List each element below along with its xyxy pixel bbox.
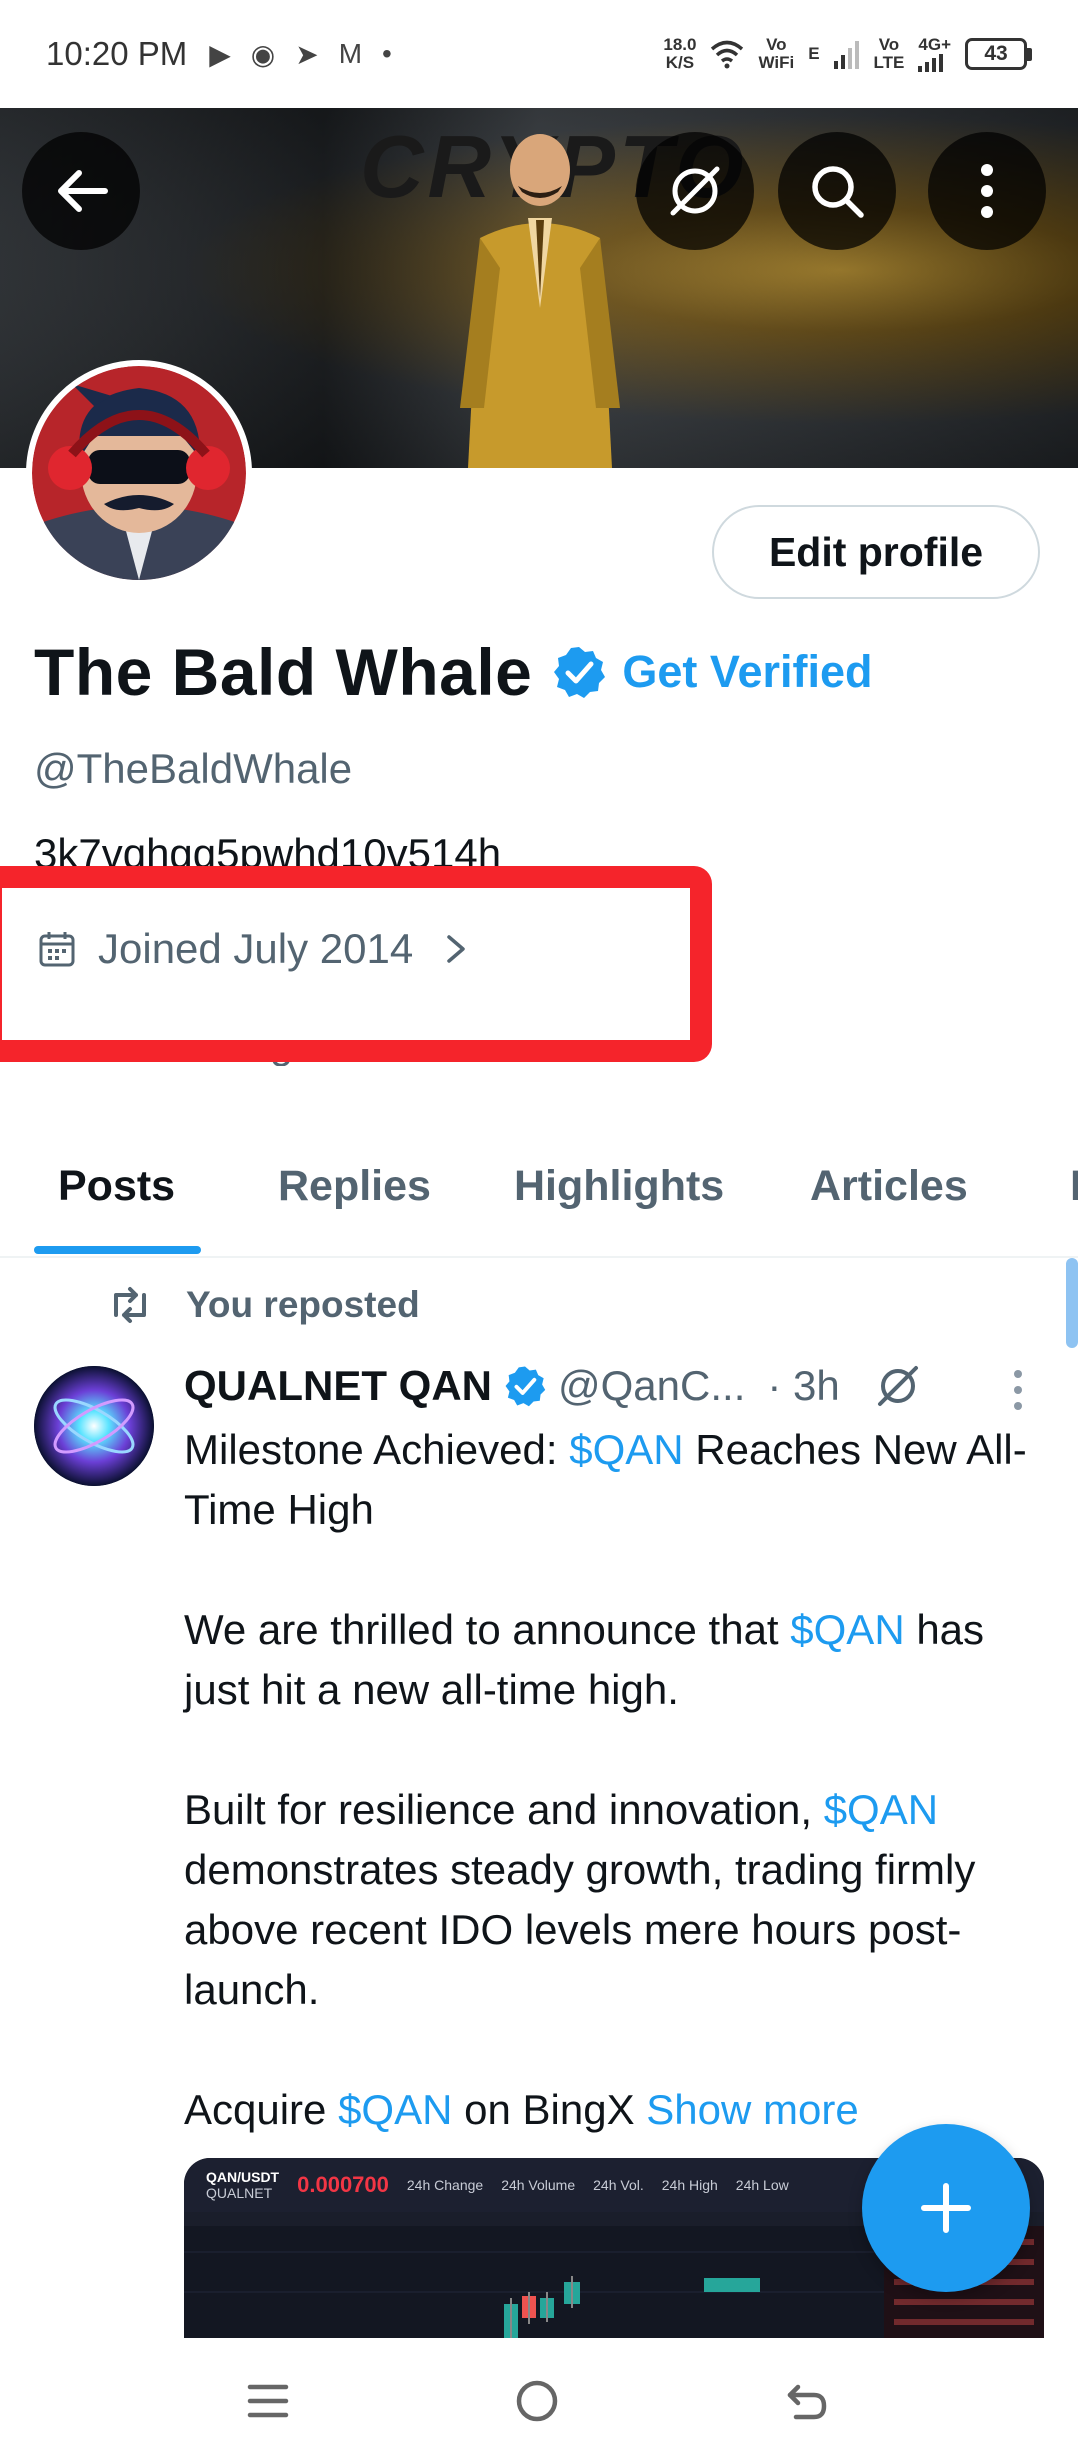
signal-icon — [833, 41, 859, 69]
home-button[interactable] — [502, 2366, 572, 2436]
vowifi-indicator: Vo WiFi — [758, 35, 795, 72]
play-app-icon: ▶ — [209, 38, 231, 70]
cashtag-link[interactable]: $QAN — [824, 1786, 938, 1833]
profile-bio: 3k7vqhgg5pwhd10v514h — [34, 830, 502, 870]
post-more-icon[interactable] — [1008, 1368, 1028, 1412]
edit-profile-button[interactable]: Edit profile — [712, 505, 1040, 599]
back-icon — [787, 2384, 827, 2420]
signal-icon — [918, 54, 944, 72]
profile-avatar[interactable] — [26, 360, 252, 586]
chevron-right-icon — [447, 935, 465, 963]
media-price: 0.000700 — [297, 2172, 389, 2197]
status-bar: 10:20 PM ▶ ◉ ➤ M • 18.0 K/S Vo WiFi E Vo… — [0, 0, 1078, 108]
joined-date-row[interactable]: Joined July 2014 — [38, 925, 469, 973]
profile-handle: @TheBaldWhale — [34, 745, 353, 792]
post-author-avatar[interactable] — [34, 1366, 154, 1486]
tab-articles[interactable]: Articles — [810, 1162, 968, 1211]
signal-type-label: E — [808, 44, 820, 63]
verified-badge-icon[interactable] — [552, 645, 606, 699]
volte-indicator: Vo LTE — [873, 35, 905, 72]
compose-post-button[interactable] — [862, 2124, 1030, 2292]
more-notifications-icon: • — [382, 37, 392, 69]
post-author-name[interactable]: QUALNET QAN — [184, 1362, 492, 1410]
scrollbar-thumb[interactable] — [1066, 1258, 1078, 1348]
banner-figure-illustration — [460, 134, 620, 468]
status-time: 10:20 PM — [46, 35, 188, 72]
media-pair: QAN/USDT — [206, 2169, 280, 2185]
joined-date-text: Joined July 2014 — [98, 925, 414, 972]
battery-indicator: 43 — [965, 38, 1032, 70]
post-text[interactable]: Milestone Achieved: $QAN Reaches New All… — [184, 1420, 1054, 2200]
search-button[interactable] — [778, 132, 896, 250]
calendar-icon — [39, 932, 75, 967]
tab-posts[interactable]: Posts — [58, 1162, 175, 1211]
get-verified-link[interactable]: Get Verified — [622, 646, 872, 698]
profile-tabs: Posts Replies Highlights Articles M — [0, 1130, 1078, 1258]
recent-apps-button[interactable] — [233, 2366, 303, 2436]
tab-replies[interactable]: Replies — [278, 1162, 431, 1211]
gmail-app-icon: M — [338, 37, 363, 69]
tab-media[interactable]: M — [1070, 1162, 1078, 1211]
cashtag-link[interactable]: $QAN — [338, 2086, 452, 2133]
home-circle-icon — [516, 2380, 558, 2422]
grok-button[interactable] — [636, 132, 754, 250]
show-more-link[interactable]: Show more — [646, 2086, 858, 2133]
signal-4g-indicator: 4G+ — [918, 36, 951, 72]
post-header: QUALNET QAN @QanC... · 3h — [184, 1356, 922, 1416]
cashtag-link[interactable]: $QAN — [569, 1426, 683, 1473]
system-back-button[interactable] — [772, 2366, 842, 2436]
search-icon — [812, 166, 864, 218]
discord-app-icon: ◉ — [250, 38, 276, 70]
repost-indicator: You reposted — [106, 1284, 420, 1326]
verified-badge-icon — [505, 1366, 546, 1407]
repost-icon — [114, 1287, 146, 1323]
repost-label: You reposted — [186, 1284, 420, 1325]
post-timestamp[interactable]: · 3h — [767, 1362, 839, 1410]
post-author-handle[interactable]: @QanC... — [558, 1362, 745, 1410]
wifi-icon — [711, 40, 744, 69]
status-indicators: 18.0 K/S Vo WiFi E Vo LTE 4G+ 43 — [663, 36, 1032, 72]
system-navigation-bar — [0, 2338, 1078, 2460]
menu-icon — [247, 2384, 289, 2418]
post-paragraph-1: Milestone Achieved: $QAN Reaches New All… — [184, 1426, 1027, 1533]
grok-icon[interactable] — [874, 1362, 922, 1410]
display-name: The Bald Whale — [34, 635, 533, 709]
profile-name-row: The Bald Whale Get Verified — [34, 632, 872, 712]
author-avatar-illustration — [34, 1366, 154, 1486]
post-paragraph-2: We are thrilled to announce that $QAN ha… — [184, 1606, 985, 1713]
arrow-left-icon — [58, 170, 108, 212]
notification-icons: ▶ ◉ ➤ M • — [209, 38, 392, 71]
back-button[interactable] — [22, 132, 140, 250]
more-vertical-icon — [981, 164, 993, 218]
post-paragraph-3: Built for resilience and innovation, $QA… — [184, 1786, 976, 2013]
telegram-app-icon: ➤ — [295, 38, 319, 70]
grok-icon — [670, 166, 720, 216]
cashtag-link[interactable]: $QAN — [790, 1606, 904, 1653]
plus-icon — [921, 2183, 971, 2233]
active-tab-indicator — [34, 1246, 201, 1254]
network-speed: 18.0 K/S — [663, 35, 697, 72]
battery-level: 43 — [965, 38, 1027, 70]
more-options-button[interactable] — [928, 132, 1046, 250]
avatar-illustration — [32, 366, 246, 580]
media-exchange: QUALNET — [206, 2185, 273, 2201]
tab-highlights[interactable]: Highlights — [514, 1162, 724, 1211]
